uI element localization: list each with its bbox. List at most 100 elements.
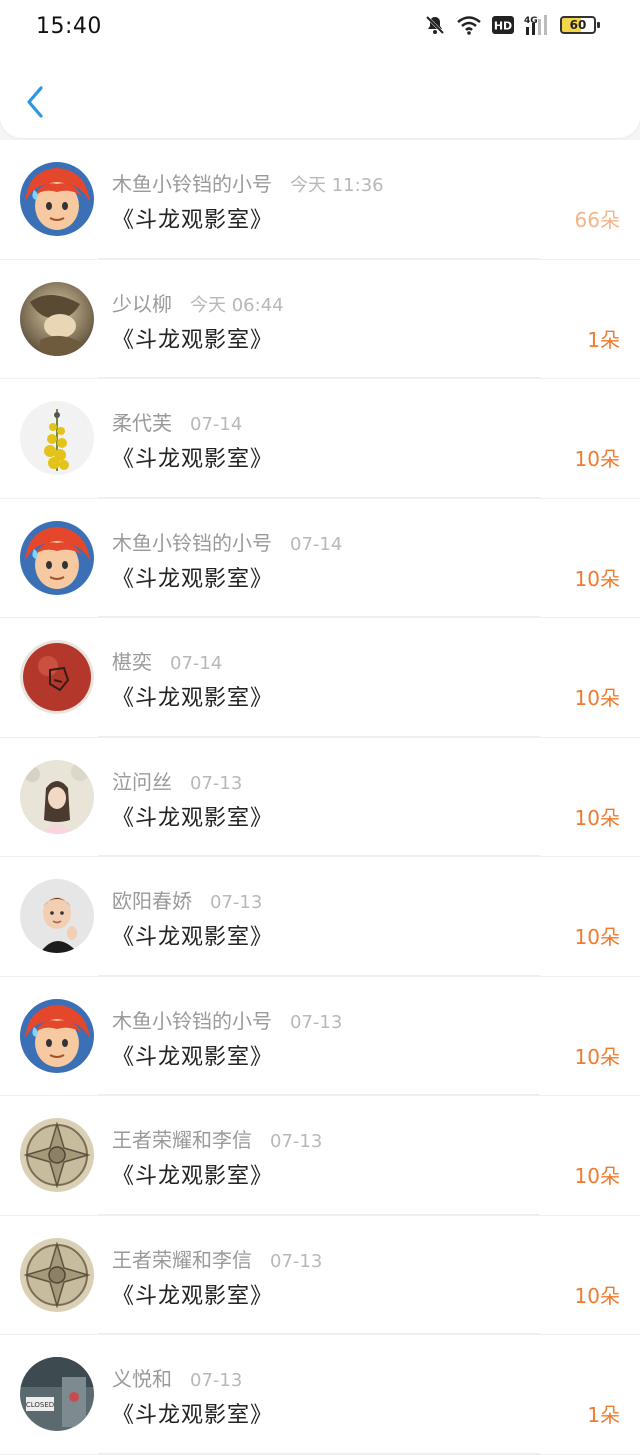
timestamp: 07-14 (190, 414, 243, 435)
item-title: 《斗龙观影室》 (112, 1164, 274, 1189)
username: 王者荣耀和李信 (112, 1247, 252, 1272)
signal-4g-icon: 4G (524, 14, 550, 36)
timestamp: 07-14 (290, 533, 343, 555)
meta-line: 泣问丝 07-13 (112, 766, 242, 795)
gift-amount: 10朵 (574, 686, 620, 710)
username: 泣问丝 (112, 769, 172, 794)
list-item[interactable]: 王者荣耀和李信 07-13 《斗龙观影室》 10朵 (0, 1096, 640, 1216)
meta-line: 木鱼小铃铛的小号 今天 11:36 (112, 168, 384, 197)
meta-line: 王者荣耀和李信 07-13 (112, 1124, 322, 1153)
meta-line: 木鱼小铃铛的小号 07-14 (112, 527, 342, 556)
timestamp: 07-14 (170, 653, 223, 674)
avatar-emblem[interactable] (20, 1118, 94, 1192)
svg-text:CLOSED: CLOSED (26, 1401, 54, 1409)
avatar-emblem[interactable] (20, 1237, 94, 1312)
header (0, 56, 640, 138)
list-item[interactable]: 椹奕 07-14 《斗龙观影室》 10朵 (0, 618, 640, 738)
meta-line: 柔代芙 07-14 (112, 407, 242, 436)
item-title: 《斗龙观影室》 (112, 566, 274, 592)
timestamp: 07-13 (190, 772, 243, 794)
wifi-icon (456, 15, 482, 35)
item-title: 《斗龙观影室》 (112, 1283, 274, 1309)
divider (98, 735, 540, 737)
meta-line: 义悦和 07-13 (112, 1363, 242, 1392)
avatar-girl-photo[interactable] (20, 759, 94, 834)
gift-record-list: 木鱼小铃铛的小号 今天 11:36 《斗龙观影室》 66朵 少以柳 今天 06:… (0, 140, 640, 1455)
username: 少以柳 (112, 291, 172, 316)
avatar-closed-sign-photo[interactable]: CLOSED (20, 1357, 94, 1431)
divider (98, 1094, 540, 1095)
username: 王者荣耀和李信 (112, 1128, 252, 1152)
list-item[interactable]: 欧阳春娇 07-13 《斗龙观影室》 10朵 (0, 857, 640, 977)
username: 义悦和 (112, 1367, 172, 1391)
item-title: 《斗龙观影室》 (112, 805, 274, 831)
list-item[interactable]: CLOSED 义悦和 07-13 《斗龙观影室》 1朵 (0, 1335, 640, 1455)
timestamp: 07-13 (210, 892, 263, 913)
timestamp: 07-13 (290, 1011, 343, 1033)
avatar-red-hair-character[interactable] (20, 162, 94, 236)
meta-line: 少以柳 今天 06:44 (112, 288, 284, 317)
list-item[interactable]: 木鱼小铃铛的小号 07-13 《斗龙观影室》 10朵 (0, 976, 640, 1096)
svg-text:4G: 4G (524, 16, 538, 26)
item-title: 《斗龙观影室》 (112, 1044, 274, 1070)
battery-level: 60 (569, 18, 587, 32)
list-item[interactable]: 少以柳 今天 06:44 《斗龙观影室》 1朵 (0, 259, 640, 379)
item-title: 《斗龙观影室》 (112, 1403, 274, 1428)
avatar-boy-photo[interactable] (20, 879, 94, 953)
mute-bell-icon (424, 14, 446, 36)
avatar-yellow-flowers[interactable] (20, 401, 94, 475)
gift-amount: 10朵 (574, 805, 620, 830)
username: 欧阳春娇 (112, 889, 192, 913)
status-bar: 15:40 HD 4G 60 (0, 0, 640, 56)
list-item[interactable]: 王者荣耀和李信 07-13 《斗龙观影室》 10朵 (0, 1215, 640, 1335)
gift-amount: 10朵 (574, 1044, 620, 1069)
timestamp: 今天 11:36 (290, 175, 384, 196)
list-item[interactable]: 木鱼小铃铛的小号 07-14 《斗龙观影室》 10朵 (0, 498, 640, 618)
avatar-sepia-portrait[interactable] (20, 281, 94, 356)
status-icons: HD 4G 60 (424, 14, 600, 36)
status-time: 15:40 (36, 14, 102, 39)
username: 木鱼小铃铛的小号 (112, 530, 272, 555)
gift-amount: 10朵 (574, 925, 620, 949)
gift-amount: 10朵 (574, 566, 620, 591)
item-title: 《斗龙观影室》 (112, 447, 274, 472)
meta-line: 木鱼小铃铛的小号 07-13 (112, 1005, 342, 1034)
item-title: 《斗龙观影室》 (112, 208, 274, 233)
divider (98, 616, 540, 617)
avatar-red-hair-character[interactable] (20, 998, 94, 1073)
divider (98, 1452, 540, 1454)
gift-amount: 1朵 (587, 327, 620, 352)
divider (98, 257, 540, 259)
gift-amount: 10朵 (574, 1283, 620, 1308)
username: 木鱼小铃铛的小号 (112, 172, 272, 196)
item-title: 《斗龙观影室》 (112, 925, 274, 950)
username: 椹奕 (112, 650, 152, 674)
hd-icon: HD (492, 16, 514, 34)
meta-line: 椹奕 07-14 (112, 646, 222, 675)
item-title: 《斗龙观影室》 (112, 686, 274, 711)
item-title: 《斗龙观影室》 (112, 327, 274, 353)
timestamp: 07-13 (190, 1370, 243, 1391)
divider (98, 377, 540, 378)
divider (98, 855, 540, 856)
gift-amount: 1朵 (587, 1403, 620, 1427)
list-item[interactable]: 泣问丝 07-13 《斗龙观影室》 10朵 (0, 737, 640, 857)
list-item[interactable]: 柔代芙 07-14 《斗龙观影室》 10朵 (0, 379, 640, 499)
username: 柔代芙 (112, 411, 172, 435)
chevron-left-icon (25, 85, 45, 123)
back-button[interactable] (20, 84, 50, 124)
meta-line: 欧阳春娇 07-13 (112, 885, 262, 914)
username: 木鱼小铃铛的小号 (112, 1008, 272, 1033)
avatar-red-ball[interactable] (20, 640, 94, 714)
gift-amount: 10朵 (574, 447, 620, 471)
gift-amount: 66朵 (574, 208, 620, 232)
divider (98, 496, 540, 498)
list-item[interactable]: 木鱼小铃铛的小号 今天 11:36 《斗龙观影室》 66朵 (0, 140, 640, 260)
battery-indicator: 60 (560, 16, 600, 34)
divider (98, 1333, 540, 1334)
avatar-red-hair-character[interactable] (20, 520, 94, 595)
timestamp: 今天 06:44 (190, 294, 284, 316)
timestamp: 07-13 (270, 1131, 323, 1152)
divider (98, 974, 540, 976)
svg-text:HD: HD (494, 20, 512, 33)
